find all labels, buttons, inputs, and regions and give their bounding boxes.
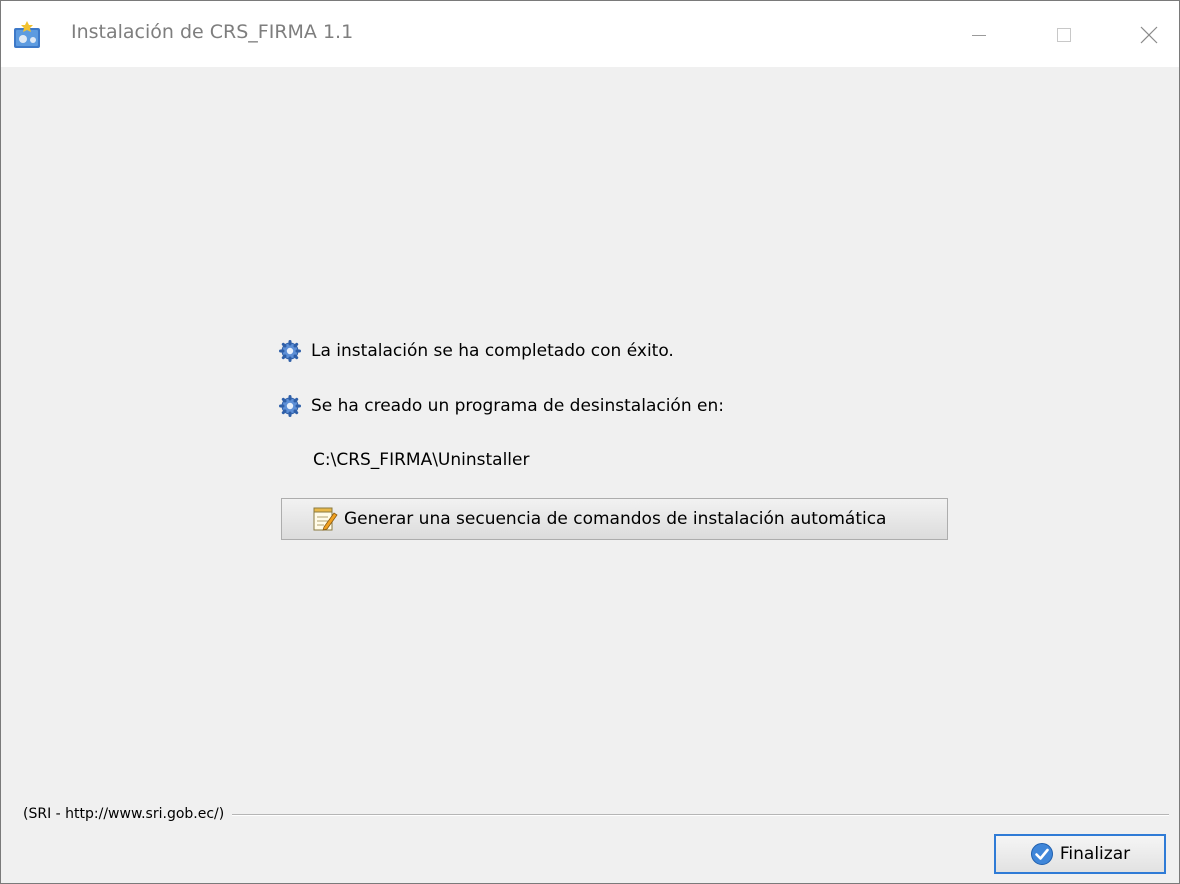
close-button[interactable] <box>1126 13 1172 57</box>
finish-button[interactable]: Finalizar <box>994 834 1166 874</box>
minimize-button[interactable] <box>956 13 1002 57</box>
close-icon <box>1139 25 1159 45</box>
installer-window: Instalación de CRS_FIRMA 1.1 La instalac… <box>0 0 1180 884</box>
success-message-text: La instalación se ha completado con éxit… <box>311 341 674 361</box>
window-title: Instalación de CRS_FIRMA 1.1 <box>71 21 354 43</box>
gear-icon <box>279 395 301 417</box>
generate-script-label: Generar una secuencia de comandos de ins… <box>344 509 887 529</box>
success-message: La instalación se ha completado con éxit… <box>279 340 674 362</box>
maximize-button[interactable] <box>1041 13 1087 57</box>
content-panel: La instalación se ha completado con éxit… <box>1 67 1179 883</box>
finish-label: Finalizar <box>1059 844 1131 864</box>
installer-icon <box>13 19 43 49</box>
maximize-icon <box>1054 25 1074 45</box>
generate-script-button[interactable]: Generar una secuencia de comandos de ins… <box>281 498 948 540</box>
checkmark-circle-icon <box>1030 842 1054 866</box>
gear-icon <box>279 340 301 362</box>
minimize-icon <box>969 25 989 45</box>
uninstaller-message-text: Se ha creado un programa de desinstalaci… <box>311 396 724 416</box>
vendor-label: (SRI - http://www.sri.gob.ec/) <box>23 806 233 822</box>
uninstaller-message: Se ha creado un programa de desinstalaci… <box>279 395 724 417</box>
uninstaller-path: C:\CRS_FIRMA\Uninstaller <box>313 450 530 470</box>
title-bar[interactable]: Instalación de CRS_FIRMA 1.1 <box>1 1 1179 67</box>
edit-notepad-icon <box>312 506 338 532</box>
